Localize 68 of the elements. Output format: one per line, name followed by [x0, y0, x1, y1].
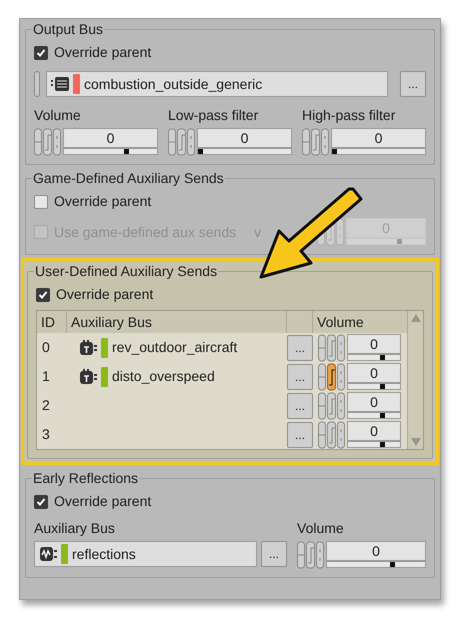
slider-thumb[interactable] [198, 149, 203, 154]
column-header[interactable]: Volume [313, 311, 407, 333]
slider-thumb[interactable] [380, 354, 385, 360]
group-title: Early Reflections [32, 469, 140, 488]
group-title: Game-Defined Auxiliary Sends [32, 169, 225, 188]
browse-button[interactable]: ... [261, 541, 287, 567]
slider-mode-icon[interactable] [34, 128, 62, 156]
table-cell-text: 1 [41, 367, 51, 386]
wave-chip-icon [39, 546, 57, 562]
check-icon [38, 290, 48, 300]
override-checkbox[interactable]: Override parent [34, 42, 426, 63]
control-label: Auxiliary Bus [34, 519, 116, 538]
slider-track[interactable] [63, 148, 158, 155]
slider-mode-icon[interactable] [318, 362, 346, 390]
table-cell-text: 3 [41, 425, 51, 444]
browse-button[interactable]: ... [400, 71, 426, 97]
table-cell-text: disto_overspeed [112, 367, 215, 386]
slider-mode-icon[interactable] [318, 334, 346, 362]
value-field[interactable]: 0 [197, 128, 292, 148]
bus-field[interactable]: combustion_outside_generic [46, 71, 388, 97]
chip-icon [79, 368, 97, 384]
bus-name: combustion_outside_generic [84, 74, 262, 94]
group-title: User-Defined Auxiliary Sends [34, 262, 218, 281]
slider-thumb[interactable] [390, 562, 396, 567]
browse-button[interactable]: ... [287, 422, 313, 448]
control-label: High-pass filter [302, 106, 396, 125]
table-cell-text: rev_outdoor_aircraft [112, 338, 238, 357]
browse-button[interactable]: ... [287, 364, 313, 390]
slider-mode-icon[interactable] [168, 128, 196, 156]
slider-track[interactable] [331, 148, 426, 155]
value-field[interactable]: 0 [331, 128, 426, 148]
slider-thumb[interactable] [380, 384, 385, 388]
override-checkbox[interactable]: Override parent [36, 284, 424, 305]
table-cell-text: 0 [41, 338, 51, 357]
column-header[interactable]: ID [37, 311, 67, 333]
slider-thumb[interactable] [380, 442, 385, 446]
slider-mode-icon[interactable] [302, 128, 330, 156]
slider-mode-icon[interactable] [318, 392, 346, 420]
value-field[interactable]: 0 [347, 362, 401, 382]
value-field[interactable]: 0 [63, 128, 158, 148]
group-title: Output Bus [32, 20, 104, 39]
slider-thumb[interactable] [124, 149, 129, 154]
value-field[interactable]: 0 [347, 420, 401, 440]
bus-name: reflections [72, 544, 136, 564]
drag-handle[interactable] [34, 71, 40, 97]
chip-icon [79, 340, 97, 356]
slider-thumb[interactable] [380, 412, 385, 418]
browse-button[interactable]: ... [287, 334, 313, 360]
check-icon [36, 48, 46, 58]
slider-track[interactable] [197, 148, 292, 155]
check-icon [36, 496, 46, 506]
bus-field[interactable]: reflections [34, 541, 257, 567]
override-checkbox[interactable]: Override parent [34, 491, 426, 512]
slider-thumb[interactable] [332, 149, 337, 154]
table-cell-text: 2 [41, 396, 51, 415]
column-header[interactable]: Auxiliary Bus [67, 311, 287, 333]
list-icon [51, 77, 69, 91]
control-label: Volume [34, 106, 82, 125]
browse-button[interactable]: ... [287, 392, 313, 418]
slider-mode-icon[interactable] [297, 541, 325, 569]
control-label: Volume [297, 519, 345, 538]
override-checkbox[interactable]: Override parent [34, 191, 426, 212]
control-label: Low-pass filter [168, 106, 260, 125]
slider-track[interactable] [326, 561, 426, 568]
value-field[interactable]: 0 [326, 541, 426, 561]
value-field[interactable]: 0 [347, 334, 401, 354]
value-field[interactable]: 0 [347, 392, 401, 412]
slider-mode-icon[interactable] [318, 420, 346, 448]
